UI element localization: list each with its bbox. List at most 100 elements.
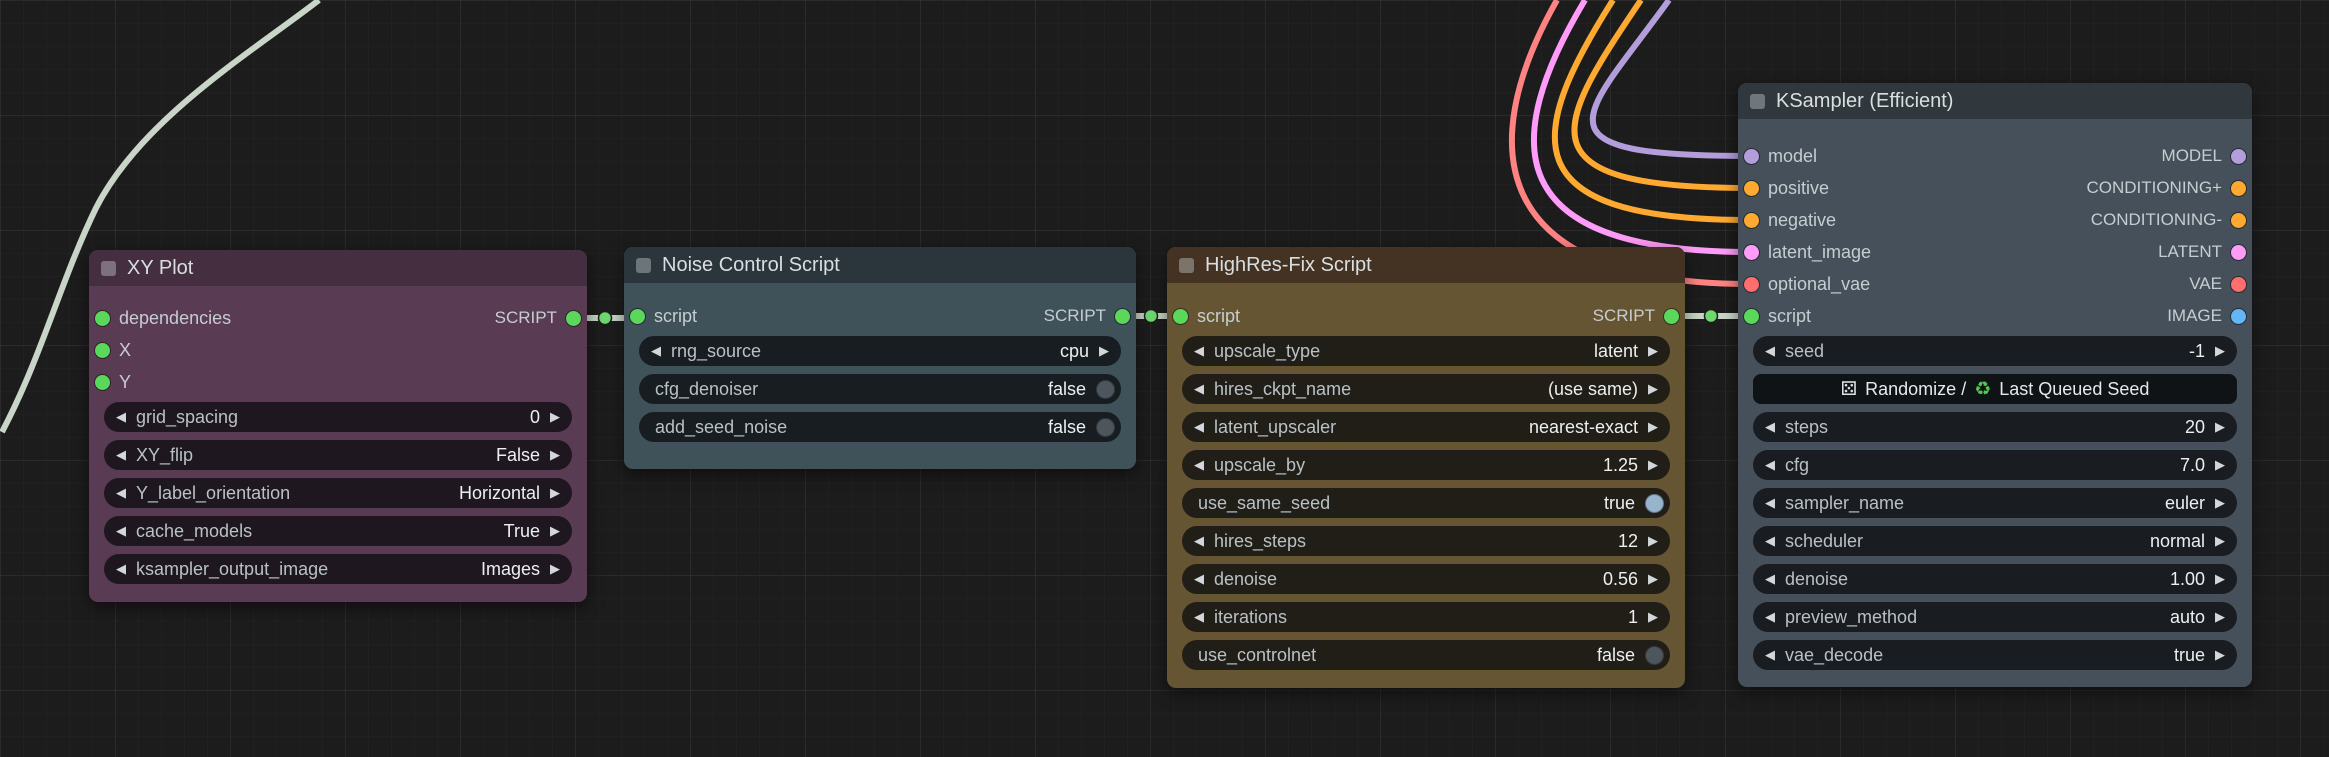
collapse-icon[interactable]	[1179, 257, 1194, 273]
increment-arrow-icon[interactable]: ▶	[2215, 571, 2225, 587]
decrement-arrow-icon[interactable]: ◀	[1194, 533, 1204, 549]
node-title-bar[interactable]: KSampler (Efficient)	[1738, 83, 2252, 119]
input-dot-script[interactable]	[1744, 308, 1759, 324]
decrement-arrow-icon[interactable]: ◀	[1765, 609, 1775, 625]
increment-arrow-icon[interactable]: ▶	[550, 485, 560, 501]
decrement-arrow-icon[interactable]: ◀	[1765, 457, 1775, 473]
increment-arrow-icon[interactable]: ▶	[1648, 571, 1658, 587]
widget-xy-flip[interactable]: ◀ XY_flip False ▶	[104, 440, 572, 470]
input-dot-x[interactable]	[95, 342, 110, 358]
widget-cache-models[interactable]: ◀ cache_models True ▶	[104, 516, 572, 546]
decrement-arrow-icon[interactable]: ◀	[1194, 457, 1204, 473]
widget-preview-method[interactable]: ◀ preview_method auto ▶	[1753, 602, 2237, 632]
widget-upscale-type[interactable]: ◀ upscale_type latent ▶	[1182, 336, 1670, 366]
toggle-knob[interactable]	[1645, 493, 1664, 513]
output-dot-conditioning-minus[interactable]	[2231, 212, 2246, 228]
widget-denoise[interactable]: ◀ denoise 1.00 ▶	[1753, 564, 2237, 594]
increment-arrow-icon[interactable]: ▶	[1648, 457, 1658, 473]
output-dot-vae[interactable]	[2231, 276, 2246, 292]
widget-cfg[interactable]: ◀ cfg 7.0 ▶	[1753, 450, 2237, 480]
increment-arrow-icon[interactable]: ▶	[550, 409, 560, 425]
widget-ksampler-output-image[interactable]: ◀ ksampler_output_image Images ▶	[104, 554, 572, 584]
link-midpoint-dot[interactable]	[1703, 308, 1719, 324]
node-xy-plot[interactable]: XY Plot dependencies SCRIPT X Y ◀ grid_s…	[89, 250, 587, 602]
decrement-arrow-icon[interactable]: ◀	[1765, 495, 1775, 511]
widget-rng-source[interactable]: ◀ rng_source cpu ▶	[639, 336, 1121, 366]
node-graph-canvas[interactable]: { "canvas": {"width": 2329, "height": 75…	[0, 0, 2329, 757]
increment-arrow-icon[interactable]: ▶	[2215, 609, 2225, 625]
increment-arrow-icon[interactable]: ▶	[1648, 609, 1658, 625]
increment-arrow-icon[interactable]: ▶	[2215, 343, 2225, 359]
decrement-arrow-icon[interactable]: ◀	[1765, 419, 1775, 435]
input-dot-positive[interactable]	[1744, 180, 1759, 196]
increment-arrow-icon[interactable]: ▶	[550, 523, 560, 539]
widget-scheduler[interactable]: ◀ scheduler normal ▶	[1753, 526, 2237, 556]
increment-arrow-icon[interactable]: ▶	[1648, 343, 1658, 359]
node-highres-fix-script[interactable]: HighRes-Fix Script script SCRIPT ◀ upsca…	[1167, 247, 1685, 688]
toggle-knob[interactable]	[1096, 379, 1115, 399]
widget-hires-ckpt-name[interactable]: ◀ hires_ckpt_name (use same) ▶	[1182, 374, 1670, 404]
increment-arrow-icon[interactable]: ▶	[550, 561, 560, 577]
decrement-arrow-icon[interactable]: ◀	[116, 485, 126, 501]
node-title-bar[interactable]: HighRes-Fix Script	[1167, 247, 1685, 283]
output-dot-script[interactable]	[1664, 308, 1679, 324]
toggle-knob[interactable]	[1096, 417, 1115, 437]
widget-latent-upscaler[interactable]: ◀ latent_upscaler nearest-exact ▶	[1182, 412, 1670, 442]
widget-steps[interactable]: ◀ steps 20 ▶	[1753, 412, 2237, 442]
input-dot-negative[interactable]	[1744, 212, 1759, 228]
collapse-icon[interactable]	[636, 257, 651, 273]
decrement-arrow-icon[interactable]: ◀	[116, 409, 126, 425]
decrement-arrow-icon[interactable]: ◀	[1194, 419, 1204, 435]
input-dot-optional-vae[interactable]	[1744, 276, 1759, 292]
increment-arrow-icon[interactable]: ▶	[2215, 495, 2225, 511]
decrement-arrow-icon[interactable]: ◀	[116, 447, 126, 463]
input-dot-latent-image[interactable]	[1744, 244, 1759, 260]
increment-arrow-icon[interactable]: ▶	[2215, 647, 2225, 663]
increment-arrow-icon[interactable]: ▶	[1648, 419, 1658, 435]
decrement-arrow-icon[interactable]: ◀	[1194, 609, 1204, 625]
widget-grid-spacing[interactable]: ◀ grid_spacing 0 ▶	[104, 402, 572, 432]
increment-arrow-icon[interactable]: ▶	[2215, 533, 2225, 549]
node-noise-control-script[interactable]: Noise Control Script script SCRIPT ◀ rng…	[624, 247, 1136, 469]
output-dot-conditioning-plus[interactable]	[2231, 180, 2246, 196]
input-dot-script[interactable]	[1173, 308, 1188, 324]
increment-arrow-icon[interactable]: ▶	[1648, 533, 1658, 549]
widget-iterations[interactable]: ◀ iterations 1 ▶	[1182, 602, 1670, 632]
output-dot-latent[interactable]	[2231, 244, 2246, 260]
increment-arrow-icon[interactable]: ▶	[1648, 381, 1658, 397]
decrement-arrow-icon[interactable]: ◀	[116, 523, 126, 539]
link-midpoint-dot[interactable]	[1143, 308, 1159, 324]
decrement-arrow-icon[interactable]: ◀	[1765, 647, 1775, 663]
node-title-bar[interactable]: XY Plot	[89, 250, 587, 286]
widget-cfg-denoiser[interactable]: cfg_denoiser false	[639, 374, 1121, 404]
decrement-arrow-icon[interactable]: ◀	[116, 561, 126, 577]
widget-use-controlnet[interactable]: use_controlnet false	[1182, 640, 1670, 670]
widget-y-label-orientation[interactable]: ◀ Y_label_orientation Horizontal ▶	[104, 478, 572, 508]
input-dot-y[interactable]	[95, 374, 110, 390]
widget-sampler-name[interactable]: ◀ sampler_name euler ▶	[1753, 488, 2237, 518]
output-dot-model[interactable]	[2231, 148, 2246, 164]
output-dot-script[interactable]	[1115, 308, 1130, 324]
decrement-arrow-icon[interactable]: ◀	[1765, 571, 1775, 587]
widget-use-same-seed[interactable]: use_same_seed true	[1182, 488, 1670, 518]
increment-arrow-icon[interactable]: ▶	[2215, 457, 2225, 473]
decrement-arrow-icon[interactable]: ◀	[1194, 571, 1204, 587]
increment-arrow-icon[interactable]: ▶	[1099, 343, 1109, 359]
widget-denoise[interactable]: ◀ denoise 0.56 ▶	[1182, 564, 1670, 594]
collapse-icon[interactable]	[1750, 93, 1765, 109]
input-dot-script[interactable]	[630, 308, 645, 324]
widget-hires-steps[interactable]: ◀ hires_steps 12 ▶	[1182, 526, 1670, 556]
collapse-icon[interactable]	[101, 260, 116, 276]
widget-vae-decode[interactable]: ◀ vae_decode true ▶	[1753, 640, 2237, 670]
input-dot-model[interactable]	[1744, 148, 1759, 164]
decrement-arrow-icon[interactable]: ◀	[1765, 343, 1775, 359]
increment-arrow-icon[interactable]: ▶	[550, 447, 560, 463]
widget-add-seed-noise[interactable]: add_seed_noise false	[639, 412, 1121, 442]
decrement-arrow-icon[interactable]: ◀	[1194, 343, 1204, 359]
link-midpoint-dot[interactable]	[597, 310, 613, 326]
increment-arrow-icon[interactable]: ▶	[2215, 419, 2225, 435]
decrement-arrow-icon[interactable]: ◀	[651, 343, 661, 359]
randomize-last-queued-seed-button[interactable]: ⚄ Randomize / ♻ Last Queued Seed	[1753, 374, 2237, 404]
decrement-arrow-icon[interactable]: ◀	[1194, 381, 1204, 397]
output-dot-image[interactable]	[2231, 308, 2246, 324]
